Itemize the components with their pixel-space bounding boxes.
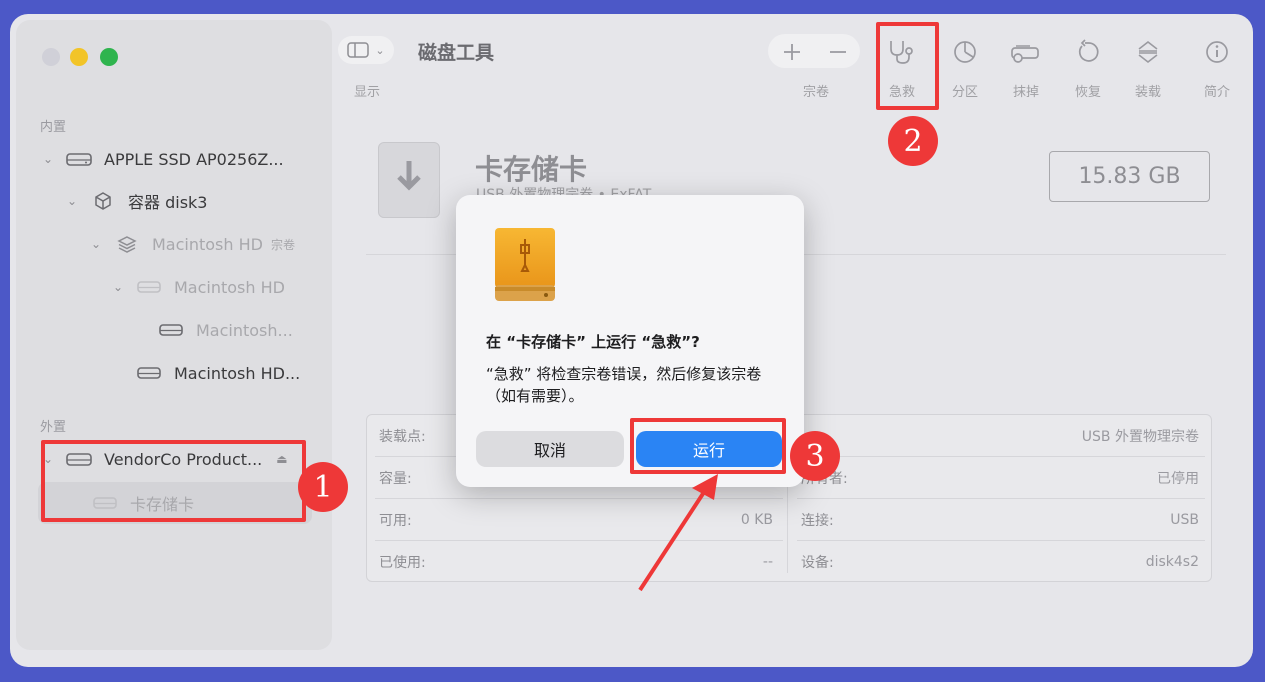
highlight-box-first-aid — [876, 22, 939, 110]
sidebar-view-button[interactable]: ⌄ — [338, 36, 394, 64]
minus-icon — [830, 51, 846, 53]
toolbar-label-erase: 抹掉 — [1012, 85, 1039, 100]
partition-button[interactable] — [945, 36, 985, 68]
info-row-owners: 所有者:已停用 — [789, 457, 1211, 499]
view-label: 显示 — [354, 85, 381, 100]
row-divider — [797, 456, 1205, 457]
info-value: USB 外置物理宗卷 — [1081, 429, 1199, 445]
info-value: USB — [1170, 512, 1199, 528]
erase-button[interactable] — [1006, 36, 1046, 68]
info-label: 装载点: — [379, 429, 426, 445]
external-drive-icon — [495, 228, 555, 301]
sidebar-item-macintosh-hd-data[interactable]: Macintosh HD... — [136, 358, 300, 388]
step-2-marker: 2 — [888, 116, 938, 166]
highlight-box-sd-card — [41, 440, 306, 522]
disk-utility-window: 内置 ⌄ APPLE SSD AP0256Z... ⌄ 容器 disk3 ⌄ M… — [10, 14, 1253, 667]
sidebar-item-macintosh-snapshot[interactable]: Macintosh... — [158, 315, 293, 345]
volume-stack-icon — [114, 235, 140, 253]
chevron-down-icon[interactable]: ⌄ — [88, 237, 104, 251]
sidebar-icon — [347, 42, 370, 58]
dialog-message: “急救” 将检查宗卷错误，然后修复该宗卷（如有需要）。 — [486, 365, 762, 405]
sidebar-section-internal: 内置 — [40, 120, 67, 135]
info-label: 已使用: — [379, 555, 426, 571]
info-value: 已停用 — [1157, 471, 1199, 487]
info-value: disk4s2 — [1145, 554, 1199, 570]
arrow-pointer — [638, 474, 718, 592]
sidebar-item-container[interactable]: ⌄ 容器 disk3 — [64, 186, 207, 216]
chevron-down-icon[interactable]: ⌄ — [40, 152, 56, 166]
close-window-button[interactable] — [42, 48, 60, 66]
sidebar-item-label: Macintosh HD — [152, 234, 263, 254]
sidebar: 内置 ⌄ APPLE SSD AP0256Z... ⌄ 容器 disk3 ⌄ M… — [16, 20, 332, 650]
sidebar-item-macintosh-hd[interactable]: ⌄ Macintosh HD — [110, 272, 285, 302]
restore-button[interactable] — [1068, 36, 1108, 68]
sidebar-item-label: APPLE SSD AP0256Z... — [104, 149, 284, 169]
cancel-button[interactable]: 取消 — [476, 431, 624, 467]
partition-icon — [954, 41, 976, 63]
sidebar-item-apple-ssd[interactable]: ⌄ APPLE SSD AP0256Z... — [40, 144, 284, 174]
add-volume-button[interactable] — [772, 36, 812, 68]
chevron-down-icon[interactable]: ⌄ — [64, 194, 80, 208]
highlight-box-run — [630, 418, 786, 474]
remove-volume-button[interactable] — [818, 36, 858, 68]
info-label: 设备: — [801, 555, 834, 571]
info-row-device: 设备: disk4s2 — [789, 541, 1211, 583]
disk-icon — [158, 321, 184, 339]
step-3-marker: 3 — [790, 431, 840, 481]
toolbar-label-volume: 宗卷 — [802, 85, 829, 100]
chevron-down-icon[interactable]: ⌄ — [110, 280, 126, 294]
toolbar-label-partition: 分区 — [951, 85, 978, 100]
row-divider — [797, 498, 1205, 499]
info-label: 连接: — [801, 513, 834, 529]
info-button[interactable] — [1197, 36, 1237, 68]
zoom-window-button[interactable] — [100, 48, 118, 66]
toolbar-label-info: 简介 — [1203, 85, 1230, 100]
chevron-down-icon: ⌄ — [375, 43, 385, 57]
info-icon — [1206, 41, 1228, 63]
toolbar-label-mount: 装载 — [1134, 85, 1161, 100]
container-icon — [90, 192, 116, 210]
info-row-connection: 连接: USB — [789, 499, 1211, 541]
sidebar-item-label: 容器 disk3 — [128, 193, 208, 212]
mount-icon — [1138, 40, 1158, 64]
dialog-title: 在 “卡存储卡” 上运行 “急救”? — [486, 333, 700, 351]
disk-large-icon — [378, 142, 440, 218]
sidebar-item-label: Macintosh... — [196, 320, 293, 340]
disk-icon — [136, 364, 162, 382]
disk-name: 卡存储卡 — [475, 153, 588, 186]
info-label: 可用: — [379, 513, 412, 529]
sidebar-item-macintosh-hd-volume[interactable]: ⌄ Macintosh HD 宗卷 — [88, 229, 295, 259]
window-title: 磁盘工具 — [418, 42, 495, 64]
sidebar-section-external: 外置 — [40, 420, 67, 435]
volume-group-badge: 宗卷 — [270, 237, 295, 252]
info-label: 容量: — [379, 471, 412, 487]
step-1-marker: 1 — [298, 462, 348, 512]
sidebar-item-label: Macintosh HD... — [174, 363, 301, 383]
info-row-type: USB 外置物理宗卷 — [789, 415, 1211, 457]
row-divider — [797, 540, 1205, 541]
erase-icon — [1011, 45, 1039, 63]
info-value: 0 KB — [740, 512, 773, 528]
plus-icon — [784, 44, 800, 60]
disk-size: 15.83 GB — [1049, 151, 1210, 202]
info-value: -- — [762, 554, 773, 570]
toolbar-label-restore: 恢复 — [1074, 85, 1101, 100]
hard-drive-icon — [66, 150, 92, 168]
sidebar-item-label: Macintosh HD — [174, 277, 285, 297]
minimize-window-button[interactable] — [70, 48, 88, 66]
restore-icon — [1078, 39, 1099, 62]
disk-icon — [136, 278, 162, 296]
mount-button[interactable] — [1128, 36, 1168, 68]
